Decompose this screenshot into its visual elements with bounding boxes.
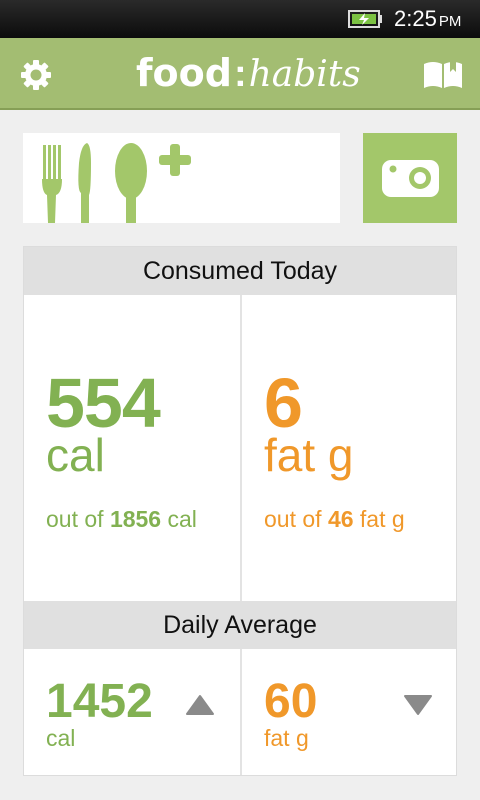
battery-charging-icon: [348, 10, 382, 28]
logo-food: food: [136, 51, 232, 95]
fat-out-of-label: out of: [264, 506, 322, 532]
trend-up-icon: [186, 695, 214, 715]
clock-time: 2:25: [394, 6, 437, 31]
fat-goal-value: 46: [327, 506, 354, 532]
daily-average-header: Daily Average: [24, 601, 456, 649]
column-divider: [240, 295, 242, 601]
consumed-today-header: Consumed Today: [24, 247, 456, 295]
add-food-button[interactable]: [23, 133, 340, 223]
app-header: food:habits: [0, 38, 480, 110]
average-calories-unit: cal: [46, 725, 76, 751]
logo-colon: :: [233, 53, 247, 95]
column-divider: [240, 649, 242, 775]
trend-down-icon: [404, 695, 432, 715]
fat-goal-unit: fat g: [359, 506, 405, 532]
camera-button[interactable]: [363, 133, 457, 223]
camera-icon: [382, 160, 439, 197]
status-bar: 2:25 PM: [0, 0, 480, 38]
add-food-icon: [42, 143, 191, 223]
consumed-fat-value: 6: [264, 364, 303, 442]
knife-icon: [78, 143, 91, 223]
average-calories-value: 1452: [46, 675, 153, 728]
plus-icon: [159, 144, 191, 176]
consumed-fat-unit: fat g: [264, 429, 354, 481]
consumed-calories-unit: cal: [46, 429, 105, 481]
status-clock: 2:25 PM: [394, 7, 461, 34]
consumed-calories-value: 554: [46, 364, 161, 442]
fork-icon: [42, 145, 62, 223]
gear-icon[interactable]: [18, 57, 54, 93]
stats-card: Consumed Today 554 cal out of 1856 cal 6…: [23, 246, 457, 776]
app-logo: food:habits: [136, 48, 361, 98]
calories-goal-value: 1856: [109, 506, 162, 532]
average-fat-unit: fat g: [264, 725, 309, 751]
spoon-icon: [115, 143, 147, 223]
calories-goal-text: out of 1856 cal: [46, 505, 197, 533]
book-icon[interactable]: [422, 58, 464, 90]
average-fat-value: 60: [264, 675, 318, 728]
calories-goal-unit: cal: [167, 506, 197, 532]
clock-ampm: PM: [438, 13, 462, 30]
fat-goal-text: out of 46 fat g: [264, 505, 405, 533]
calories-out-of-label: out of: [46, 506, 104, 532]
logo-habits: habits: [248, 54, 361, 95]
